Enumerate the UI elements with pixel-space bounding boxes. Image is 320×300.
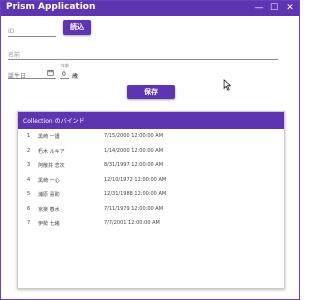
row-number: 1 xyxy=(27,133,31,139)
age-value: 0 xyxy=(62,71,66,78)
list-item[interactable]: 3 阿散井 恋次 8/31/1997 12:00:00 AM xyxy=(18,158,284,173)
close-button[interactable]: ✕ xyxy=(282,1,298,16)
row-number: 6 xyxy=(27,205,31,212)
load-button[interactable]: 読込 xyxy=(63,20,91,35)
row-name: 阿散井 恋次 xyxy=(38,163,65,169)
age-caption: 年齢 xyxy=(61,63,69,68)
row-date: 7/7/2001 12:00:00 AM xyxy=(104,220,160,226)
row-name: 京楽 春水 xyxy=(38,206,60,213)
row-number: 2 xyxy=(27,147,31,154)
list-item[interactable]: 7 伊勢 七緒 7/7/2001 12:00:00 AM xyxy=(18,216,284,231)
calendar-icon[interactable] xyxy=(47,69,54,76)
row-number: 3 xyxy=(27,162,31,168)
row-name: 浦原 喜助 xyxy=(38,192,60,198)
collection-header: Collection のバインド xyxy=(18,112,284,129)
list-item[interactable]: 2 朽木 ルキア 1/14/2000 12:00:00 AM xyxy=(18,144,284,159)
row-number: 7 xyxy=(27,220,31,226)
row-date: 12/10/1972 12:00:00 AM xyxy=(104,176,167,183)
collection-title: Collection のバインド xyxy=(23,118,85,125)
row-name: 伊勢 七緒 xyxy=(38,221,60,227)
list-item[interactable]: 5 浦原 喜助 12/31/1988 12:00:00 AM xyxy=(18,187,284,202)
row-name: 黒崎 一護 xyxy=(38,134,60,140)
row-date: 12/31/1988 12:00:00 AM xyxy=(104,191,167,197)
list-item[interactable]: 1 黒崎 一護 7/15/2000 12:00:00 AM xyxy=(18,129,284,144)
app-window: Prism Application — ☐ ✕ ID 読込 名前 誕生日 年齢 … xyxy=(0,0,300,300)
row-number: 5 xyxy=(27,191,31,197)
name-field[interactable] xyxy=(8,48,278,60)
save-button[interactable]: 保存 xyxy=(127,85,175,99)
age-unit: 歳 xyxy=(72,73,79,80)
title-bar: Prism Application — ☐ ✕ xyxy=(1,1,299,16)
row-date: 1/14/2000 12:00:00 AM xyxy=(104,147,164,154)
collection-list[interactable]: 1 黒崎 一護 7/15/2000 12:00:00 AM 2 朽木 ルキア 1… xyxy=(18,129,284,231)
mouse-cursor-icon xyxy=(223,79,232,91)
minimize-button[interactable]: — xyxy=(251,1,267,16)
maximize-button[interactable]: ☐ xyxy=(266,1,282,16)
list-item[interactable]: 6 京楽 春水 7/11/1979 12:00:00 AM xyxy=(18,202,284,217)
row-name: 朽木 ルキア xyxy=(38,148,65,155)
window-title: Prism Application xyxy=(6,2,96,12)
row-name: 黒崎 一心 xyxy=(38,177,60,184)
id-field[interactable] xyxy=(8,25,56,37)
row-date: 7/11/1979 12:00:00 AM xyxy=(104,205,164,212)
row-date: 8/31/1997 12:00:00 AM xyxy=(104,162,164,168)
row-date: 7/15/2000 12:00:00 AM xyxy=(104,133,164,139)
birthdate-label: 誕生日 xyxy=(8,73,27,80)
row-number: 4 xyxy=(27,176,31,183)
list-item[interactable]: 4 黒崎 一心 12/10/1972 12:00:00 AM xyxy=(18,173,284,188)
collection-panel: Collection のバインド 1 黒崎 一護 7/15/2000 12:00… xyxy=(17,111,285,289)
